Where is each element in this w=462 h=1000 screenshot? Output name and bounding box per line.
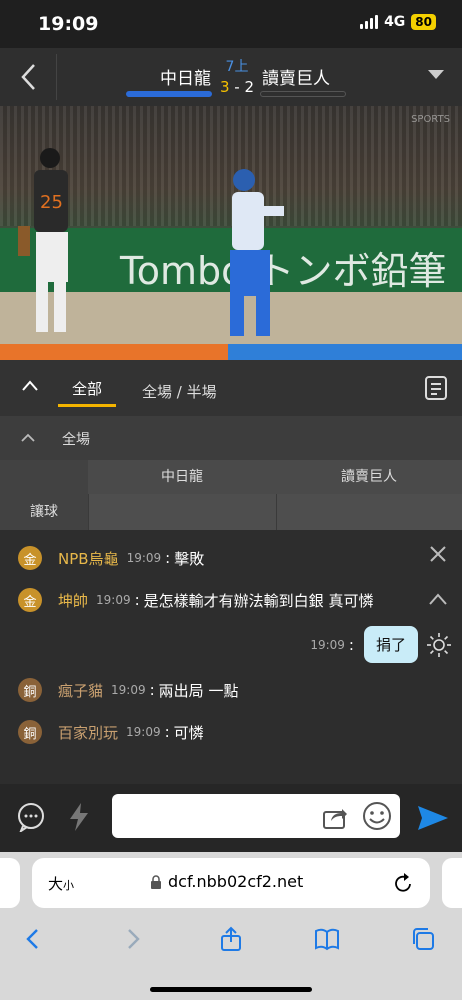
chevron-up-icon[interactable]	[20, 430, 36, 446]
chat-bubble: 捐了	[363, 626, 418, 663]
gold-badge-icon: 金	[18, 546, 42, 570]
url-text: dcf.nbb02cf2.net	[168, 872, 304, 891]
chevron-up-icon[interactable]	[428, 592, 448, 606]
home-team-bar	[126, 91, 212, 97]
chat-message: 金 NPB烏龜 19:09 : 擊敗	[18, 546, 204, 570]
smile-icon[interactable]	[362, 801, 392, 831]
forward-icon[interactable]	[120, 926, 146, 952]
chat-username[interactable]: 百家別玩	[58, 722, 118, 743]
back-icon[interactable]	[14, 60, 44, 94]
back-icon[interactable]	[20, 926, 46, 952]
share-icon[interactable]	[322, 804, 348, 830]
chat-input-bar	[0, 784, 462, 852]
tab-full-half[interactable]: 全場 / 半場	[142, 381, 217, 402]
chat-colon: :	[165, 549, 171, 567]
next-tab-preview[interactable]	[442, 858, 462, 908]
chat-time: 19:09	[126, 551, 162, 565]
chat-colon: :	[348, 635, 354, 654]
divider	[56, 54, 57, 100]
chat-text: 是怎樣輸才有辦法輸到白銀 真可憐	[143, 591, 374, 610]
status-time: 19:09	[38, 13, 99, 35]
section-title: 全場	[62, 432, 90, 448]
fielder-figure: 25	[18, 148, 68, 332]
chat-username[interactable]: NPB烏龜	[58, 548, 119, 569]
odds-cell-home[interactable]	[88, 494, 276, 530]
my-chat-message: 19:09 : 捐了	[302, 626, 418, 663]
score-separator: -	[234, 78, 240, 96]
chat-colon: :	[149, 681, 155, 699]
chat-input[interactable]	[112, 794, 400, 838]
reload-icon[interactable]	[394, 872, 414, 894]
text-size-big-label: 大	[48, 875, 64, 893]
signal-icon	[360, 15, 379, 29]
away-score: 2	[244, 78, 255, 96]
table-row-label: 讓球	[0, 494, 88, 530]
match-header: 中日龍 7上 3 - 2 讀賣巨人	[0, 48, 462, 106]
status-bar: 19:09 4G 80	[0, 0, 462, 48]
live-video[interactable]: Tombo トンボ鉛筆 25 SPORTS	[0, 106, 462, 344]
send-icon[interactable]	[416, 804, 450, 832]
lightning-icon[interactable]	[66, 802, 92, 832]
chevron-up-icon[interactable]	[20, 376, 40, 396]
table-header-away: 讀賣巨人	[341, 469, 397, 485]
chat-colon: :	[164, 723, 170, 741]
bookmarks-icon[interactable]	[314, 926, 340, 952]
tabs-icon[interactable]	[410, 926, 436, 952]
gold-badge-icon: 金	[18, 588, 42, 612]
tab-active-indicator	[58, 404, 116, 407]
chat-time: 19:09	[310, 637, 345, 652]
chat-message: 銅 瘋子貓 19:09 : 兩出局 一點	[18, 678, 238, 702]
away-team-bar	[260, 91, 346, 97]
notes-icon[interactable]	[424, 375, 448, 401]
home-score: 3	[219, 78, 230, 96]
home-indicator[interactable]	[150, 987, 312, 992]
address-bar[interactable]: 大小 dcf.nbb02cf2.net	[32, 858, 430, 908]
browser-bar: 大小 dcf.nbb02cf2.net	[0, 852, 462, 1000]
sun-icon[interactable]	[426, 632, 452, 658]
chat-text: 可憐	[173, 723, 204, 742]
player-number: 25	[40, 192, 63, 213]
chat-colon: :	[134, 591, 140, 609]
odds-table: 中日龍 讀賣巨人 讓球	[0, 460, 462, 530]
tab-all[interactable]: 全部	[58, 378, 116, 399]
table-corner	[0, 460, 88, 494]
video-watermark: SPORTS	[411, 114, 450, 125]
close-icon[interactable]	[428, 544, 448, 564]
bronze-badge-icon: 銅	[18, 720, 42, 744]
table-header-home: 中日龍	[161, 469, 203, 485]
chat-message: 銅 百家別玩 19:09 : 可憐	[18, 720, 204, 744]
chat-time: 19:09	[111, 683, 146, 697]
home-team-name: 中日龍	[160, 69, 211, 89]
prev-tab-preview[interactable]	[0, 858, 20, 908]
network-label: 4G	[384, 14, 406, 30]
chat-panel: 金 NPB烏龜 19:09 : 擊敗 金 坤帥 19:09 : 是怎樣輸才有辦法…	[0, 530, 462, 784]
section-header[interactable]: 全場	[0, 416, 462, 460]
text-size-small-label: 小	[63, 879, 75, 892]
share-icon[interactable]	[218, 926, 244, 952]
chat-username[interactable]: 瘋子貓	[58, 680, 103, 701]
bronze-badge-icon: 銅	[18, 678, 42, 702]
chat-time: 19:09	[126, 725, 161, 739]
dropdown-icon[interactable]	[428, 70, 444, 79]
chat-message: 金 坤帥 19:09 : 是怎樣輸才有辦法輸到白銀 真可憐	[18, 588, 373, 612]
chat-username[interactable]: 坤帥	[58, 590, 88, 611]
chat-bubble-icon[interactable]	[16, 802, 46, 832]
chat-time: 19:09	[96, 593, 131, 607]
inning-label: 7上	[225, 59, 249, 75]
chat-text: 兩出局 一點	[158, 681, 239, 700]
odds-cell-away[interactable]	[276, 494, 462, 530]
away-team-name: 讀賣巨人	[262, 69, 330, 89]
timeline-stripe	[0, 344, 462, 360]
chat-text: 擊敗	[174, 549, 205, 568]
score: 3 - 2	[214, 78, 260, 96]
status-indicators: 4G 80	[360, 14, 436, 30]
lock-icon	[151, 875, 161, 889]
runner-figure	[230, 169, 284, 336]
tab-bar: 全部 全場 / 半場	[0, 360, 462, 416]
battery-icon: 80	[411, 14, 436, 30]
text-size-button[interactable]: 大小	[48, 873, 74, 894]
